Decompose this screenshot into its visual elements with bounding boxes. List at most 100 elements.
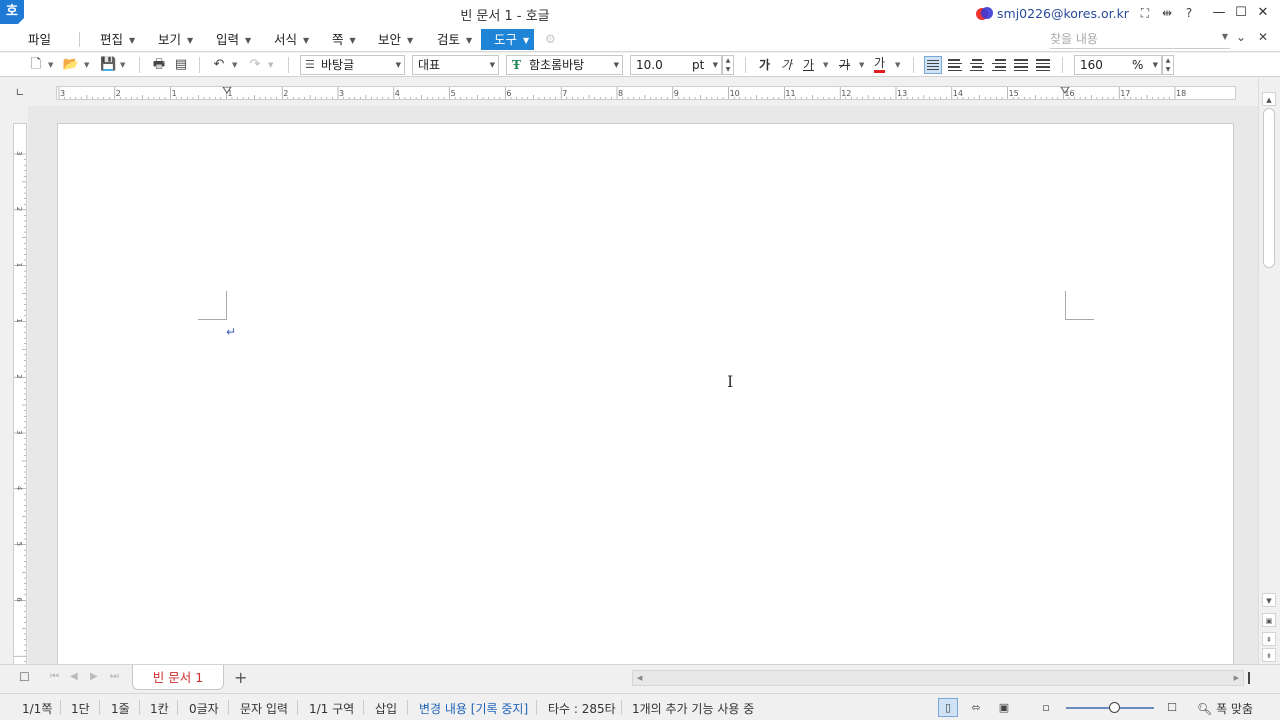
print-preview-icon[interactable]: ▤ xyxy=(173,56,189,74)
view-page-icon[interactable]: ▯ xyxy=(938,698,958,717)
document-page[interactable] xyxy=(57,123,1234,664)
chevron-down-icon[interactable]: ▼ xyxy=(232,57,237,73)
align-divide-button[interactable] xyxy=(1034,56,1052,74)
fit-width-button[interactable]: 🔍︎ 폭 맞춤 xyxy=(1197,700,1253,717)
view-width-icon[interactable]: ⬄ xyxy=(966,698,986,717)
status-page[interactable]: 1/1쪽 xyxy=(22,700,52,717)
menu-insert[interactable]: 입력 ▼ xyxy=(216,29,251,50)
split-handle-icon[interactable] xyxy=(1248,672,1250,684)
align-center-button[interactable] xyxy=(968,56,986,74)
help-icon[interactable]: ? xyxy=(1180,4,1198,22)
menu-format[interactable]: 서식 ▼ xyxy=(274,29,309,50)
minimize-button[interactable]: — xyxy=(1210,3,1228,23)
scroll-left-icon[interactable]: ◀ xyxy=(637,671,642,685)
print-icon[interactable]: 🖶 xyxy=(151,56,167,74)
horizontal-ruler[interactable]: 3 2 1 1 2 3 4 5 6 7 8 9 10 11 12 13 14 15 16 17 18 xyxy=(56,86,1236,100)
ruler-tick-label: 15 xyxy=(1009,89,1019,98)
menu-edit[interactable]: 편집 ▼ xyxy=(100,29,135,50)
language-select[interactable]: 대표 ▼ xyxy=(412,55,499,75)
font-size-spinner[interactable]: ▲ ▼ xyxy=(722,55,734,75)
prev-page-icon[interactable]: ⇞ xyxy=(1262,632,1276,646)
scroll-up-icon[interactable]: ▲ xyxy=(1262,92,1276,106)
zoom-out-icon[interactable]: ▫ xyxy=(1036,698,1056,717)
redo-icon[interactable]: ↷ xyxy=(247,56,263,74)
chevron-down-icon: ▼ xyxy=(1152,61,1158,69)
fullscreen-icon[interactable]: ⛶ xyxy=(1136,4,1154,22)
chevron-down-icon: ▼ xyxy=(245,36,252,45)
chevron-down-icon[interactable]: ▼ xyxy=(268,57,273,73)
bold-button[interactable]: 가 xyxy=(759,56,770,74)
tab-list-icon[interactable]: ☐ xyxy=(19,670,30,684)
chevron-down-icon[interactable]: ▼ xyxy=(84,57,89,73)
menu-security[interactable]: 보안 ▼ xyxy=(378,29,413,50)
align-right-button[interactable] xyxy=(990,56,1008,74)
new-document-icon[interactable]: 🗋 xyxy=(28,56,44,74)
menu-file[interactable]: 파일 xyxy=(28,29,51,50)
undo-icon[interactable]: ↶ xyxy=(211,56,227,74)
next-tab-icon[interactable]: ▶ xyxy=(90,671,98,682)
status-insert-mode[interactable]: 삽입 xyxy=(375,700,397,717)
close-button[interactable]: ✕ xyxy=(1254,3,1272,23)
ruler-tick-label: 6 xyxy=(15,597,23,602)
align-left-button[interactable] xyxy=(946,56,964,74)
menu-tools[interactable]: 도구 ▼ xyxy=(481,29,535,50)
first-tab-icon[interactable]: ⏮ xyxy=(50,671,59,682)
last-tab-icon[interactable]: ⏭ xyxy=(110,671,119,682)
open-folder-icon[interactable]: 📂 xyxy=(62,56,80,74)
chevron-down-icon[interactable]: ▼ xyxy=(895,57,900,73)
view-full-icon[interactable]: ▣ xyxy=(994,698,1014,717)
save-icon[interactable]: 💾 xyxy=(100,56,116,74)
status-track-changes[interactable]: 변경 내용 [기록 중지] xyxy=(419,700,528,717)
tab-stop-icon[interactable]: ∟ xyxy=(13,86,27,100)
font-select[interactable]: Ŧ 함초롬바탕 ▼ xyxy=(506,55,623,75)
font-color-button[interactable]: 가 xyxy=(874,56,886,73)
zoom-slider-knob[interactable] xyxy=(1109,702,1120,713)
status-input-mode[interactable]: 문자 입력 xyxy=(240,700,288,717)
scroll-track[interactable] xyxy=(1263,108,1275,598)
status-column: 1단 xyxy=(71,702,90,716)
chevron-down-icon: ▼ xyxy=(349,36,356,45)
zoom-spinner[interactable]: ▲ ▼ xyxy=(1162,55,1174,75)
add-tab-button[interactable]: + xyxy=(234,668,247,687)
scroll-thumb[interactable] xyxy=(1263,108,1275,268)
dock-icon[interactable]: ⇹ xyxy=(1158,4,1176,22)
scroll-right-icon[interactable]: ▶ xyxy=(1234,671,1239,685)
chevron-down-icon[interactable]: ▼ xyxy=(823,57,828,73)
chevron-down-icon[interactable]: ▼ xyxy=(48,57,53,73)
toolbar-divider xyxy=(199,57,200,73)
next-page-icon[interactable]: ⇟ xyxy=(1262,648,1276,662)
scroll-down-icon[interactable]: ▼ xyxy=(1262,593,1276,607)
menu-page[interactable]: 쪽 ▼ xyxy=(332,29,356,50)
horizontal-scrollbar[interactable]: ◀ ▶ xyxy=(632,670,1244,686)
zoom-input[interactable]: 160 % ▼ xyxy=(1074,55,1162,75)
prev-tab-icon[interactable]: ◀ xyxy=(70,671,78,682)
user-account[interactable]: smj0226@kores.or.kr xyxy=(976,6,1129,21)
chevron-down-icon[interactable]: ▼ xyxy=(1222,32,1228,41)
menu-view[interactable]: 보기 ▼ xyxy=(158,29,193,50)
close-doc-icon[interactable]: ✕ xyxy=(1258,30,1268,44)
menu-review[interactable]: 검토 ▼ xyxy=(437,29,472,50)
tab-document[interactable]: 빈 문서 1 xyxy=(132,665,224,690)
zoom-in-icon[interactable]: ☐ xyxy=(1162,698,1182,717)
italic-button[interactable]: 가 xyxy=(781,56,792,74)
chevron-down-icon: ▼ xyxy=(303,36,310,45)
chevron-down-icon[interactable]: ▼ xyxy=(120,57,125,73)
status-addons[interactable]: 1개의 추가 기능 사용 중 xyxy=(632,700,754,717)
user-email[interactable]: smj0226@kores.or.kr xyxy=(997,6,1129,21)
maximize-button[interactable]: ☐ xyxy=(1232,3,1250,23)
underline-button[interactable]: 가 xyxy=(803,56,814,74)
chevron-down-icon[interactable]: ▼ xyxy=(859,57,864,73)
find-input[interactable] xyxy=(1050,30,1212,48)
strikethrough-button[interactable]: 가 xyxy=(839,56,850,74)
align-justify-button[interactable] xyxy=(924,56,942,74)
style-select[interactable]: ☰ 바탕글 ▼ xyxy=(300,55,405,75)
menu-label: 편집 xyxy=(100,32,124,47)
vertical-ruler[interactable]: 3 2 1 1 2 3 4 5 6 xyxy=(13,123,27,668)
toolbar-divider xyxy=(139,57,140,73)
page-nav-icon[interactable]: ▣ xyxy=(1262,613,1276,627)
zoom-slider[interactable] xyxy=(1066,702,1154,713)
font-size-input[interactable]: 10.0 pt ▼ xyxy=(630,55,722,75)
expand-ribbon-icon[interactable]: ⌄ xyxy=(1236,30,1246,44)
vertical-scrollbar[interactable]: ▲ ▼ ▣ ⇞ ⇟ xyxy=(1258,78,1280,664)
align-distribute-button[interactable] xyxy=(1012,56,1030,74)
